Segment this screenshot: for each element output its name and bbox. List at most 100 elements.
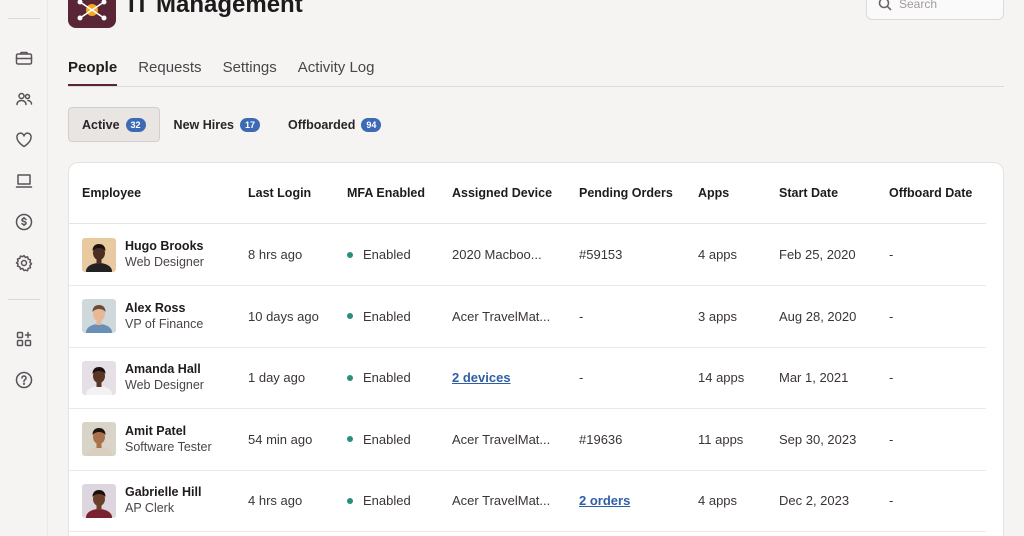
orders-cell: #19636 — [579, 409, 622, 470]
table-row[interactable]: Amit Patel Software Tester 54 min ago Enabl… — [69, 409, 986, 471]
tab-activity-log[interactable]: Activity Log — [298, 58, 375, 86]
app-logo — [68, 0, 116, 28]
employee-name: Gabrielle Hill — [125, 485, 202, 499]
briefcase-icon[interactable] — [12, 46, 36, 70]
apps-cell: 14 apps — [698, 370, 745, 385]
status-dot — [347, 436, 353, 442]
gear-icon[interactable] — [12, 251, 36, 275]
search-icon — [878, 0, 892, 11]
avatar — [82, 299, 116, 333]
status-dot — [347, 251, 353, 258]
column-header-employee[interactable]: Employee — [82, 163, 141, 223]
filter-tab-active[interactable]: Active 32 — [68, 107, 160, 142]
start-date-cell: Feb 25, 2020 — [779, 247, 856, 262]
page-title: IT Management — [128, 0, 303, 18]
count-badge: 94 — [361, 117, 382, 132]
mfa-status: Enabled — [363, 493, 411, 508]
start-date-cell: Mar 1, 2021 — [779, 370, 849, 385]
device-name: Acer TravelMat... — [452, 431, 551, 447]
apps-cell: 11 apps — [698, 431, 744, 447]
orders-cell: - — [579, 286, 583, 347]
order-id: #59153 — [579, 247, 623, 262]
employee-cell[interactable]: Amit Patel Software Tester — [82, 409, 212, 470]
sidebar — [0, 0, 48, 536]
start-date-cell: Dec 2, 2023 — [779, 493, 850, 508]
apps-cell: 3 apps — [698, 308, 738, 324]
last-login-cell: 1 day ago — [248, 370, 306, 385]
table-row[interactable]: Amanda Hall Web Designer 1 day ago Enabled 2… — [69, 347, 986, 409]
mfa-status: Enabled — [363, 308, 411, 324]
mfa-cell: Enabled — [347, 286, 411, 347]
employee-name: Hugo Brooks — [125, 239, 204, 253]
dollar-icon[interactable] — [12, 210, 36, 234]
column-header-offboard-date[interactable]: Offboard Date — [889, 163, 972, 223]
start-date-cell: Sep 30, 2023 — [779, 431, 857, 447]
table-header: Employee Last Login MFA Enabled Assigned… — [69, 163, 986, 224]
offboard-date-cell: - — [889, 493, 894, 508]
search-input[interactable] — [899, 0, 989, 11]
employee-role: Web Designer — [125, 255, 204, 269]
people-icon[interactable] — [12, 87, 36, 111]
employee-role: Software Tester — [125, 439, 212, 454]
employee-role: AP Clerk — [125, 501, 175, 515]
filter-tab-offboarded[interactable]: Offboarded 94 — [274, 107, 395, 142]
offboard-date-cell: - — [889, 431, 894, 447]
last-login-cell: 8 hrs ago — [248, 247, 303, 262]
order-id: - — [579, 370, 584, 385]
column-header-apps[interactable]: Apps — [698, 163, 729, 223]
status-dot — [347, 313, 353, 319]
table-row[interactable]: Hugo Brooks Web Designer 8 hrs ago Enabled 2… — [69, 224, 986, 286]
last-login-cell: 4 hrs ago — [248, 493, 303, 508]
orders-cell: #59153 — [579, 224, 622, 285]
last-login-cell: 54 min ago — [248, 431, 313, 447]
count-badge: 32 — [125, 117, 146, 132]
laptop-icon[interactable] — [12, 169, 36, 193]
employee-name: Alex Ross — [125, 300, 186, 315]
column-header-orders[interactable]: Pending Orders — [579, 163, 673, 223]
apps-cell: 4 apps — [698, 247, 738, 262]
column-header-last-login[interactable]: Last Login — [248, 163, 311, 223]
device-name: Acer TravelMat... — [452, 308, 551, 324]
employee-role: VP of Finance — [125, 316, 204, 331]
avatar — [82, 237, 116, 272]
offboard-date-cell: - — [889, 370, 894, 385]
table-row[interactable]: Gabrielle Hill AP Clerk 4 hrs ago Enabled Ac… — [69, 470, 986, 532]
employee-role: Web Designer — [125, 378, 204, 392]
add-apps-icon[interactable] — [12, 327, 36, 351]
mfa-status: Enabled — [363, 370, 411, 385]
column-header-mfa[interactable]: MFA Enabled — [347, 163, 425, 223]
last-login-cell: 10 days ago — [248, 308, 319, 324]
mfa-cell: Enabled — [347, 224, 411, 285]
orders-link[interactable]: 2 orders — [579, 493, 630, 508]
sidebar-divider — [8, 299, 40, 300]
avatar — [82, 422, 116, 456]
filter-tab-label: New Hires — [173, 117, 234, 132]
employee-cell[interactable]: Gabrielle Hill AP Clerk — [82, 470, 201, 531]
employee-cell[interactable]: Alex Ross VP of Finance — [82, 286, 203, 347]
tab-settings[interactable]: Settings — [223, 58, 277, 86]
employee-table: Employee Last Login MFA Enabled Assigned… — [68, 162, 1004, 536]
status-dot — [347, 497, 353, 504]
device-cell: Acer TravelMat... — [452, 470, 550, 531]
mfa-cell: Enabled — [347, 347, 411, 408]
orders-cell: - — [579, 347, 583, 408]
employee-cell[interactable]: Amanda Hall Web Designer — [82, 347, 204, 408]
filter-tab-label: Active — [82, 117, 120, 132]
table-row[interactable]: Alex Ross VP of Finance 10 days ago Enabled… — [69, 286, 986, 348]
apps-cell: 4 apps — [698, 493, 738, 508]
help-icon[interactable] — [12, 368, 36, 392]
search-box[interactable] — [866, 0, 1004, 20]
device-name: 2020 Macboo... — [452, 247, 542, 262]
status-dot — [347, 374, 353, 381]
employee-cell[interactable]: Hugo Brooks Web Designer — [82, 224, 204, 285]
offboard-date-cell: - — [889, 247, 894, 262]
column-header-device[interactable]: Assigned Device — [452, 163, 552, 223]
filter-tab-new-hires[interactable]: New Hires 17 — [160, 107, 274, 142]
tab-people[interactable]: People — [68, 58, 118, 86]
order-id: #19636 — [579, 431, 623, 447]
tab-requests[interactable]: Requests — [138, 58, 201, 86]
devices-link[interactable]: 2 devices — [452, 370, 511, 385]
heart-icon[interactable] — [12, 128, 36, 152]
avatar — [82, 483, 116, 518]
column-header-start-date[interactable]: Start Date — [779, 163, 838, 223]
